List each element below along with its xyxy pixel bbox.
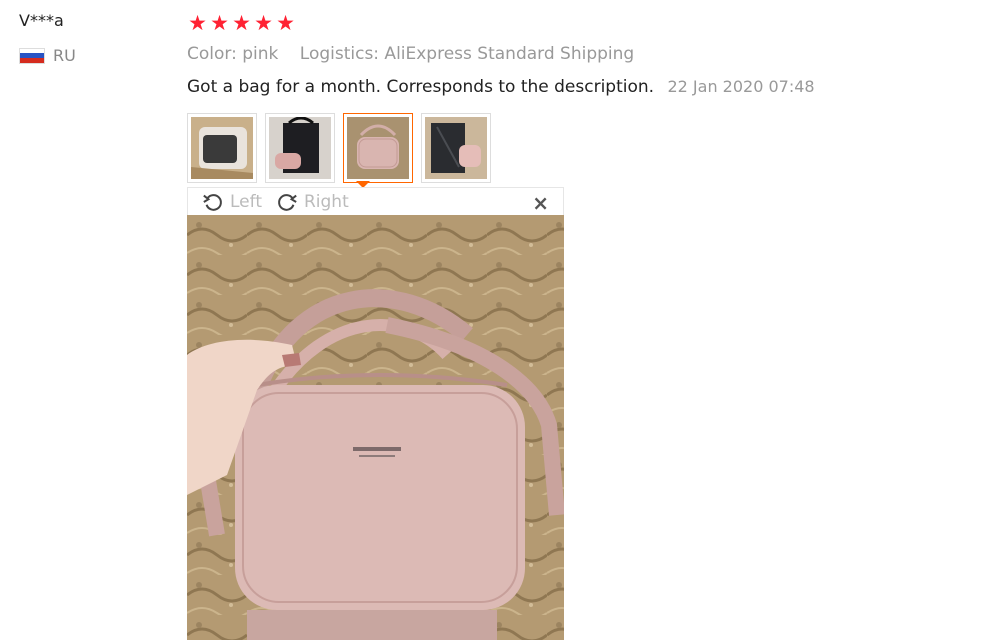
country-code: RU [53,46,76,65]
thumbnail-image [269,117,331,179]
review-body: Got a bag for a month. Corresponds to th… [187,77,815,97]
review-text: Got a bag for a month. Corresponds to th… [187,77,655,97]
rating-stars: ★ ★ ★ ★ ★ [187,12,296,34]
review-date: 22 Jan 2020 07:48 [667,77,815,96]
image-viewer-toolbar: Left Right × [187,187,564,215]
review-thumbnail[interactable] [187,113,257,183]
review-photo-large [187,215,564,640]
reviewer-country: RU [19,46,76,65]
bag-photo [187,215,564,640]
rotate-left-icon [203,193,222,211]
review-thumbnail[interactable] [265,113,335,183]
close-icon[interactable]: × [532,191,549,215]
star-icon: ★ [188,11,207,35]
reviewer-name: V***a [19,11,64,30]
russia-flag-icon [19,47,45,64]
review-thumbnail[interactable] [421,113,491,183]
star-icon: ★ [276,11,295,35]
rotate-right-label: Right [303,191,349,212]
star-icon: ★ [232,11,251,35]
thumbnail-image [425,117,487,179]
logistics-info: Logistics: AliExpress Standard Shipping [299,44,635,64]
review-thumbnails [187,113,491,183]
thumbnail-image [191,117,253,179]
rotate-right-button[interactable]: Right [276,191,349,213]
review-thumbnail[interactable] [343,113,413,183]
thumbnail-image [347,117,409,179]
order-meta: Color: pink Logistics: AliExpress Standa… [187,44,634,64]
rotate-right-icon [278,193,297,211]
star-icon: ★ [210,11,229,35]
rotate-left-button[interactable]: Left [202,191,262,213]
star-icon: ★ [254,11,273,35]
color-info: Color: pink [187,44,279,64]
rotate-left-label: Left [230,191,262,212]
